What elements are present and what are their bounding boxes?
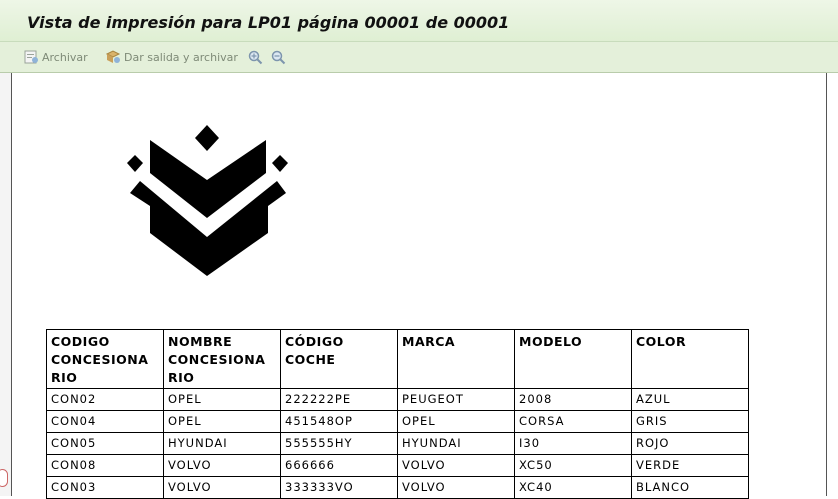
table-row: CON05 HYUNDAI 555555HY HYUNDAI I30 ROJO xyxy=(46,432,749,455)
table-row: CON04 OPEL 451548OP OPEL CORSA GRIS xyxy=(46,410,749,433)
table-row: CON03 VOLVO 333333VO VOLVO XC40 BLANCO xyxy=(46,476,749,499)
cell-marca: VOLVO xyxy=(397,454,515,477)
zoom-in-icon xyxy=(248,50,263,64)
cell-modelo: CORSA xyxy=(514,410,632,433)
page-right-border xyxy=(826,73,827,496)
window-left-edge xyxy=(0,0,12,496)
cell-modelo: XC50 xyxy=(514,454,632,477)
cell-modelo: XC40 xyxy=(514,476,632,499)
cell-codigo-coche: 333333VO xyxy=(280,476,398,499)
output-and-archive-button[interactable]: Dar salida y archivar xyxy=(105,49,238,65)
cell-color: AZUL xyxy=(631,388,749,411)
window-title: Vista de impresión para LP01 página 0000… xyxy=(27,13,510,32)
cell-codigo: CON02 xyxy=(46,388,164,411)
scroll-marker xyxy=(0,469,8,487)
cell-marca: PEUGEOT xyxy=(397,388,515,411)
cell-color: VERDE xyxy=(631,454,749,477)
archive-label: Archivar xyxy=(42,50,88,64)
column-header-color: COLOR xyxy=(631,329,749,389)
cell-codigo-coche: 555555HY xyxy=(280,432,398,455)
cell-codigo: CON03 xyxy=(46,476,164,499)
column-header-modelo: MODELO xyxy=(514,329,632,389)
archive-button[interactable]: Archivar xyxy=(24,49,88,65)
cell-marca: OPEL xyxy=(397,410,515,433)
cell-nombre: HYUNDAI xyxy=(163,432,281,455)
cell-modelo: 2008 xyxy=(514,388,632,411)
cell-codigo-coche: 666666 xyxy=(280,454,398,477)
company-logo xyxy=(127,125,288,276)
table-row: CON08 VOLVO 666666 VOLVO XC50 VERDE xyxy=(46,454,749,477)
table-row: CON02 OPEL 222222PE PEUGEOT 2008 AZUL xyxy=(46,388,749,411)
zoom-out-button[interactable] xyxy=(271,49,289,65)
output-archive-label: Dar salida y archivar xyxy=(124,50,238,64)
cell-marca: HYUNDAI xyxy=(397,432,515,455)
zoom-out-icon xyxy=(271,50,286,64)
header-row: CODIGO CONCESIONA RIO NOMBRE CONCESIONA RIO … xyxy=(46,329,749,389)
output-archive-icon xyxy=(105,50,121,63)
cell-modelo: I30 xyxy=(514,432,632,455)
zoom-in-button[interactable] xyxy=(248,49,266,65)
column-header-nombre-concesionario: NOMBRE CONCESIONA RIO xyxy=(163,329,281,389)
cell-color: ROJO xyxy=(631,432,749,455)
cell-nombre: OPEL xyxy=(163,410,281,433)
cell-nombre: OPEL xyxy=(163,388,281,411)
report-table: CODIGO CONCESIONA RIO NOMBRE CONCESIONA RIO … xyxy=(46,329,749,499)
archive-icon xyxy=(24,50,38,64)
cell-color: BLANCO xyxy=(631,476,749,499)
toolbar: Archivar Dar salida y archivar xyxy=(0,42,838,73)
column-header-codigo-concesionario: CODIGO CONCESIONA RIO xyxy=(46,329,164,389)
cell-color: GRIS xyxy=(631,410,749,433)
cell-codigo-coche: 222222PE xyxy=(280,388,398,411)
cell-codigo: CON08 xyxy=(46,454,164,477)
title-bar: Vista de impresión para LP01 página 0000… xyxy=(0,0,838,42)
cell-marca: VOLVO xyxy=(397,476,515,499)
cell-codigo-coche: 451548OP xyxy=(280,410,398,433)
cell-nombre: VOLVO xyxy=(163,454,281,477)
cell-codigo: CON04 xyxy=(46,410,164,433)
cell-codigo: CON05 xyxy=(46,432,164,455)
column-header-marca: MARCA xyxy=(397,329,515,389)
column-header-codigo-coche: CÓDIGO COCHE xyxy=(280,329,398,389)
cell-nombre: VOLVO xyxy=(163,476,281,499)
